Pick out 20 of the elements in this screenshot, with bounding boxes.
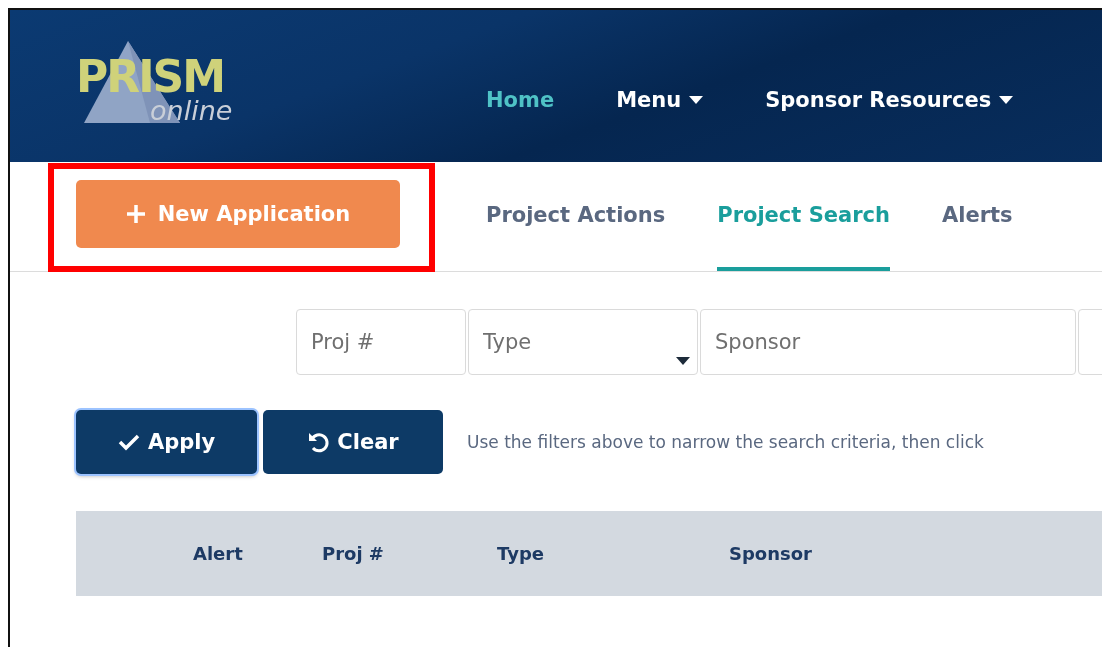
nav-link[interactable]: Sponsor Resources [765,88,1014,112]
clear-button[interactable]: Clear [263,410,443,474]
column-header: Sponsor [729,543,813,564]
tab[interactable]: Project Actions [486,162,666,271]
column-header: Alert [193,543,244,564]
apply-button[interactable]: Apply [76,410,257,474]
undo-icon [307,431,330,453]
column-header: Type [497,543,545,564]
checkmark-icon [117,433,140,451]
nav-link[interactable]: Home [486,88,555,112]
plus-icon [125,204,146,224]
filter-field[interactable]: Sponsor [700,309,1076,375]
nav-link[interactable]: Menu [616,88,704,112]
type-select[interactable]: Type [468,309,698,375]
tab[interactable]: Alerts [941,162,1013,271]
filter-field[interactable]: Proj # [296,309,466,375]
tab[interactable]: Project Search [717,162,890,271]
column-header: Proj # [322,543,385,564]
hint-text: Use the filters above to narrow the search criteria, then click [467,432,984,452]
caret-icon [676,357,690,365]
